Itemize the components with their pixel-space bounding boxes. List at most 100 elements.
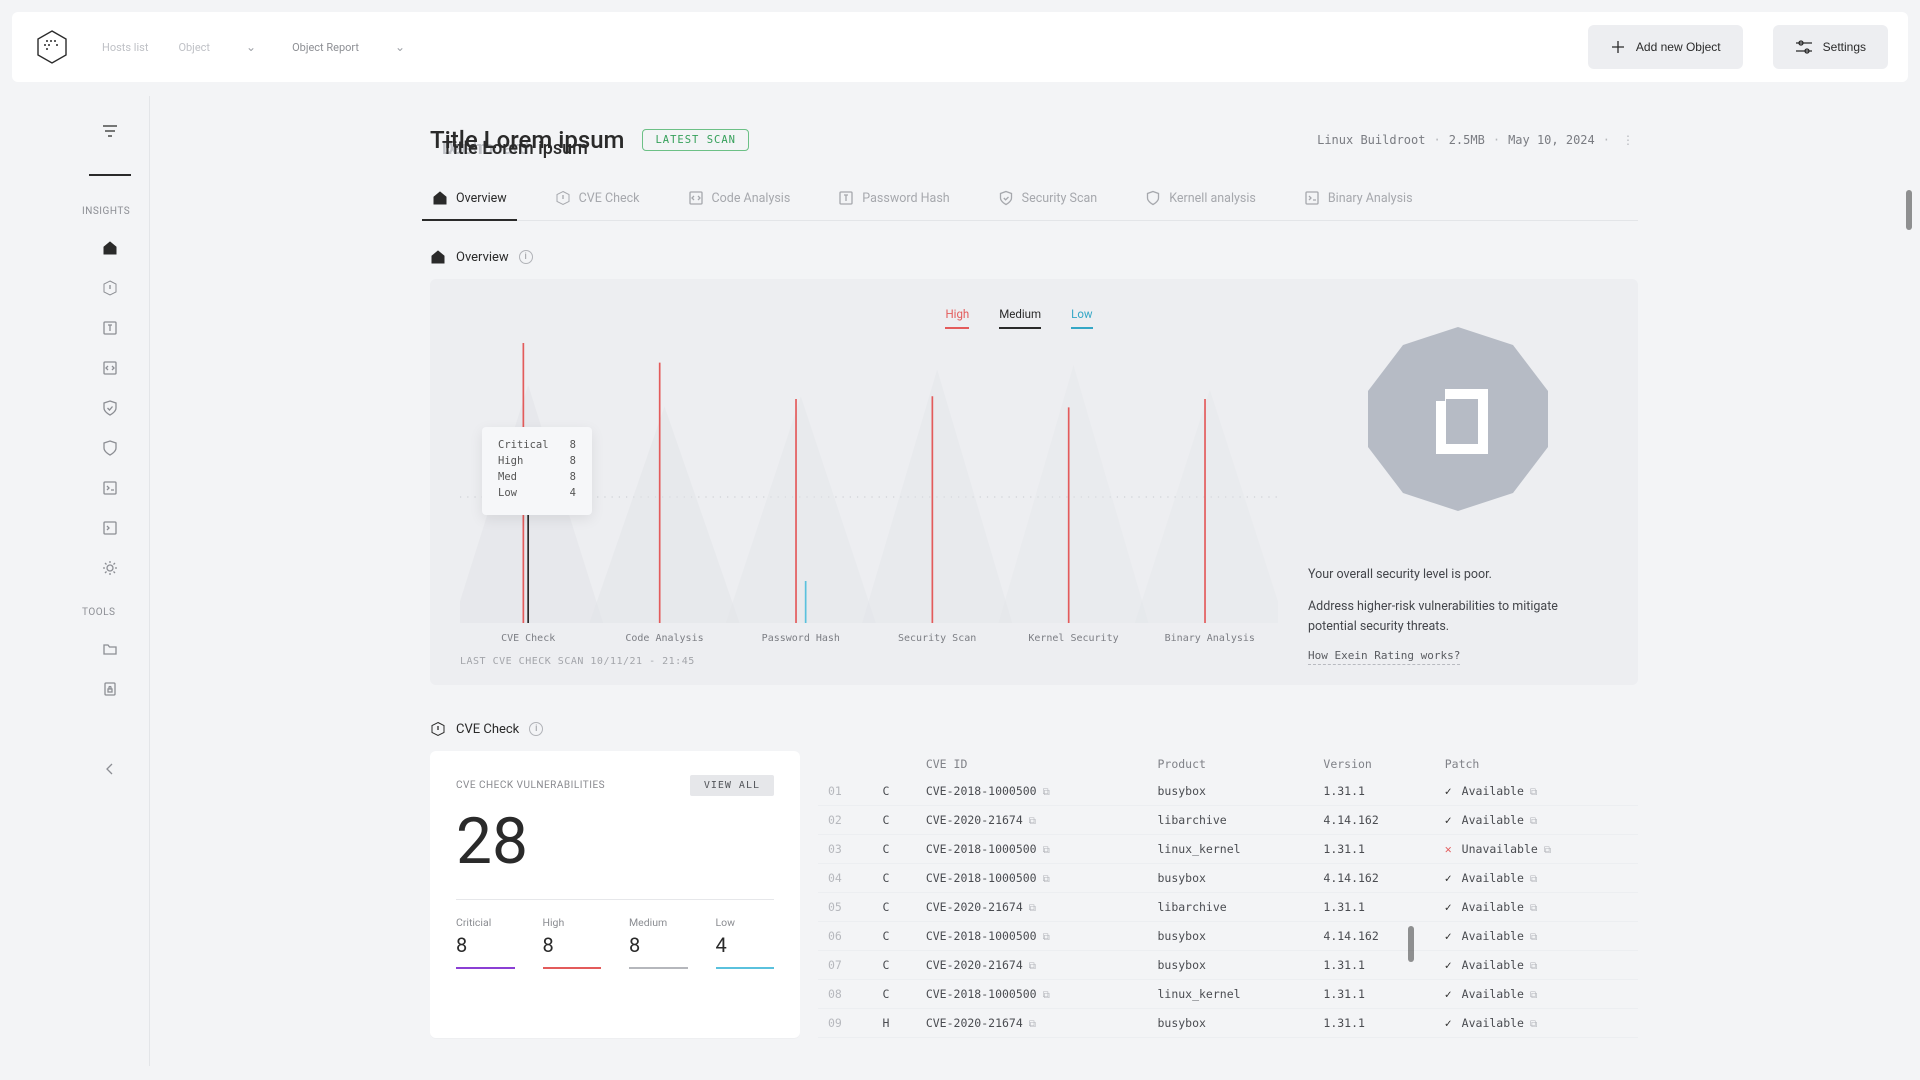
table-row[interactable]: 05 C CVE-2020-21674⧉ libarchive 1.31.1 A… xyxy=(818,893,1638,922)
severity-bar xyxy=(456,967,515,969)
external-link-icon[interactable]: ⧉ xyxy=(1043,845,1050,856)
sidebar-item-binary[interactable] xyxy=(91,473,129,503)
row-patch: Available⧉ xyxy=(1435,893,1638,922)
table-scrollbar[interactable] xyxy=(1408,926,1414,962)
severity-label: High xyxy=(543,916,602,929)
tab-kernel-analysis[interactable]: Kernell analysis xyxy=(1143,180,1258,220)
tab-security-scan[interactable]: Security Scan xyxy=(996,180,1100,220)
tab-password-hash[interactable]: Password Hash xyxy=(836,180,951,220)
breadcrumb-sub: Object xyxy=(178,41,210,54)
app-logo[interactable] xyxy=(32,27,72,67)
filter-icon[interactable] xyxy=(91,116,129,146)
text-box-icon xyxy=(101,319,119,337)
table-row[interactable]: 04 C CVE-2018-1000500⧉ busybox 4.14.162 … xyxy=(818,864,1638,893)
row-cveid: CVE-2020-21674⧉ xyxy=(916,951,1148,980)
row-version: 1.31.1 xyxy=(1313,1009,1434,1038)
sidebar-item-password[interactable] xyxy=(91,313,129,343)
tab-label: Overview xyxy=(456,191,507,206)
external-link-icon[interactable]: ⧉ xyxy=(1029,1019,1036,1030)
sidebar-item-kernel[interactable] xyxy=(91,433,129,463)
main-content: Title Lorem ipsum LATEST SCAN Linux Buil… xyxy=(160,96,1908,1080)
chevron-down-icon[interactable]: ⌄ xyxy=(389,40,411,54)
table-row[interactable]: 03 C CVE-2018-1000500⧉ linux_kernel 1.31… xyxy=(818,835,1638,864)
row-patch: Unavailable⧉ xyxy=(1435,835,1638,864)
breadcrumb-sub: Object Report xyxy=(292,41,359,54)
collapse-sidebar-button[interactable] xyxy=(91,754,129,784)
external-link-icon[interactable]: ⧉ xyxy=(1043,874,1050,885)
sidebar-item-lockfile[interactable] xyxy=(91,674,129,704)
tabs: Overview CVE Check Code Analysis Passwor… xyxy=(430,180,1638,221)
row-product: libarchive xyxy=(1147,893,1313,922)
row-patch: Available⧉ xyxy=(1435,1009,1638,1038)
sidebar-item-gear[interactable] xyxy=(91,553,129,583)
chart-x-label: Security Scan xyxy=(869,633,1005,644)
add-object-button[interactable]: Add new Object xyxy=(1588,25,1743,69)
external-link-icon[interactable]: ⧉ xyxy=(1530,961,1537,972)
external-link-icon[interactable]: ⧉ xyxy=(1530,874,1537,885)
external-link-icon[interactable]: ⧉ xyxy=(1530,787,1537,798)
table-row[interactable]: 02 C CVE-2020-21674⧉ libarchive 4.14.162… xyxy=(818,806,1638,835)
external-link-icon[interactable]: ⧉ xyxy=(1544,845,1551,856)
tab-cve-check[interactable]: CVE Check xyxy=(553,180,642,220)
table-row[interactable]: 08 C CVE-2018-1000500⧉ linux_kernel 1.31… xyxy=(818,980,1638,1009)
row-version: 4.14.162 xyxy=(1313,864,1434,893)
external-link-icon[interactable]: ⧉ xyxy=(1029,961,1036,972)
row-severity: C xyxy=(872,951,915,980)
table-row[interactable]: 06 C CVE-2018-1000500⧉ busybox 4.14.162 … xyxy=(818,922,1638,951)
external-link-icon[interactable]: ⧉ xyxy=(1043,787,1050,798)
breadcrumb-dashboard[interactable]: Dashboard Hosts list xyxy=(102,41,148,54)
sidebar-item-cve[interactable] xyxy=(91,273,129,303)
view-all-button[interactable]: VIEW ALL xyxy=(690,775,774,796)
row-product: busybox xyxy=(1147,922,1313,951)
row-cveid: CVE-2018-1000500⧉ xyxy=(916,864,1148,893)
tt-v: 8 xyxy=(570,471,576,483)
external-link-icon[interactable]: ⧉ xyxy=(1530,816,1537,827)
page-scrollbar[interactable] xyxy=(1906,190,1912,230)
info-icon[interactable]: i xyxy=(519,250,533,264)
table-row[interactable]: 07 C CVE-2020-21674⧉ busybox 1.31.1 Avai… xyxy=(818,951,1638,980)
sidebar-item-binary2[interactable] xyxy=(91,513,129,543)
rating-info-link[interactable]: How Exein Rating works? xyxy=(1308,649,1460,665)
object-meta: Linux Buildroot· 2.5MB· May 10, 2024· ⋮ xyxy=(1317,133,1638,147)
external-link-icon[interactable]: ⧉ xyxy=(1029,903,1036,914)
chevron-down-icon[interactable]: ⌄ xyxy=(240,40,262,54)
chart-x-label: CVE Check xyxy=(460,633,596,644)
breadcrumb-object[interactable]: Lorem Object xyxy=(178,41,210,54)
row-severity: H xyxy=(872,1009,915,1038)
tt-k: Critical xyxy=(498,439,549,451)
row-version: 1.31.1 xyxy=(1313,951,1434,980)
external-link-icon[interactable]: ⧉ xyxy=(1530,1019,1537,1030)
row-version: 4.14.162 xyxy=(1313,806,1434,835)
external-link-icon[interactable]: ⧉ xyxy=(1530,903,1537,914)
breadcrumb-current[interactable]: Title Lorem ipsum Object Report xyxy=(292,41,359,54)
chart-x-label: Kernel Security xyxy=(1005,633,1141,644)
col-patch: Patch xyxy=(1435,751,1638,777)
row-version: 1.31.1 xyxy=(1313,893,1434,922)
more-menu-icon[interactable]: ⋮ xyxy=(1618,133,1638,147)
terminal-icon xyxy=(101,479,119,497)
row-patch: Available⧉ xyxy=(1435,806,1638,835)
sidebar-item-security[interactable] xyxy=(91,393,129,423)
cve-table: CVE ID Product Version Patch 01 C CVE-20… xyxy=(818,751,1638,1038)
external-link-icon[interactable]: ⧉ xyxy=(1530,990,1537,1001)
tab-overview[interactable]: Overview xyxy=(430,180,509,220)
severity-label: Criticial xyxy=(456,916,515,929)
info-icon[interactable]: i xyxy=(529,722,543,736)
row-index: 01 xyxy=(818,777,872,806)
sidebar-item-overview[interactable] xyxy=(91,233,129,263)
row-index: 07 xyxy=(818,951,872,980)
sidebar-item-code[interactable] xyxy=(91,353,129,383)
tab-code-analysis[interactable]: Code Analysis xyxy=(686,180,793,220)
external-link-icon[interactable]: ⧉ xyxy=(1530,932,1537,943)
external-link-icon[interactable]: ⧉ xyxy=(1029,816,1036,827)
settings-button[interactable]: Settings xyxy=(1773,25,1888,69)
table-row[interactable]: 09 H CVE-2020-21674⧉ busybox 1.31.1 Avai… xyxy=(818,1009,1638,1038)
external-link-icon[interactable]: ⧉ xyxy=(1043,990,1050,1001)
tab-binary-analysis[interactable]: Binary Analysis xyxy=(1302,180,1415,220)
col-product: Product xyxy=(1147,751,1313,777)
sidebar-item-folder[interactable] xyxy=(91,634,129,664)
cve-content: CVE CHECK VULNERABILITIES VIEW ALL 28 Cr… xyxy=(430,751,1638,1038)
external-link-icon[interactable]: ⧉ xyxy=(1043,932,1050,943)
table-row[interactable]: 01 C CVE-2018-1000500⧉ busybox 1.31.1 Av… xyxy=(818,777,1638,806)
severity-bar xyxy=(629,967,688,969)
